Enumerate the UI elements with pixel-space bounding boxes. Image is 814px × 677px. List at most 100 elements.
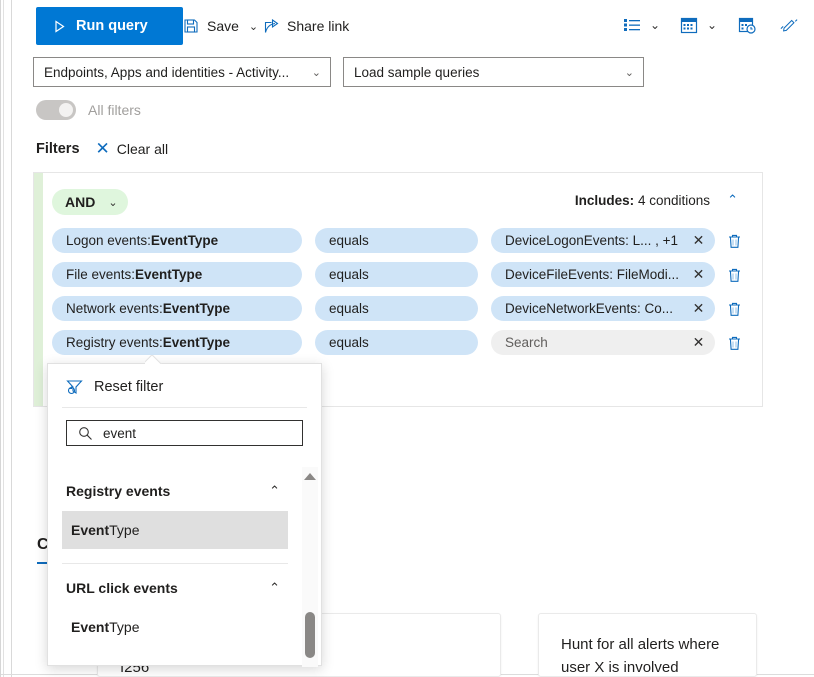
trash-icon: [727, 301, 742, 317]
delete-filter-row-button[interactable]: [727, 335, 742, 351]
trash-icon: [727, 335, 742, 351]
sample-queries-select[interactable]: Load sample queries ⌄: [343, 57, 644, 87]
panel-accent-stripe: [34, 173, 43, 406]
chevron-down-icon[interactable]: ⌄: [249, 20, 258, 33]
filter-field-prefix: File events:: [66, 267, 135, 282]
filter-value-chip[interactable]: Search: [491, 330, 682, 355]
chevron-down-icon: ⌄: [108, 196, 117, 209]
chevron-down-icon: ⌄: [625, 66, 634, 79]
query-builder-page: Run query Save ⌄ Share link ⌄: [0, 0, 814, 677]
share-link-label: Share link: [287, 18, 349, 34]
date-range-button[interactable]: ⌄: [680, 12, 717, 38]
flyout-group-header[interactable]: URL click events ⌃: [48, 564, 302, 596]
filter-rows: Logon events: EventType equals DeviceLogon…: [52, 228, 752, 364]
flyout-option-match: Event: [71, 619, 109, 635]
delete-filter-row-button[interactable]: [727, 301, 742, 317]
calendar-icon: [680, 16, 698, 34]
filter-row: Registry events: EventType equals Search✕: [52, 330, 752, 355]
all-filters-toggle-group: All filters: [36, 100, 141, 120]
scroll-up-arrow-icon[interactable]: [304, 473, 316, 480]
flyout-option-list: Registry events⌃EventTypeURL click event…: [48, 467, 302, 666]
filter-value-group: Search✕: [491, 330, 715, 355]
clear-all-button[interactable]: ✕ Clear all: [96, 140, 169, 157]
scope-select[interactable]: Endpoints, Apps and identities - Activit…: [33, 57, 331, 87]
filter-value-chip[interactable]: DeviceLogonEvents: L... , +1: [491, 228, 682, 253]
window-edge-left-inner: [11, 0, 12, 677]
flyout-caret: [145, 355, 163, 364]
flyout-group-title: URL click events: [66, 580, 178, 596]
flyout-option-rest: Type: [109, 619, 139, 635]
save-label: Save: [207, 18, 239, 34]
run-query-button[interactable]: Run query: [36, 7, 183, 45]
filter-reset-icon: [66, 378, 84, 396]
conditions-summary-value: 4 conditions: [638, 193, 710, 208]
filter-operator-chip[interactable]: equals: [315, 330, 478, 355]
chevron-up-icon[interactable]: ⌃: [269, 483, 280, 499]
reset-filter-button[interactable]: Reset filter: [48, 364, 321, 407]
numbered-list-icon: [623, 16, 641, 34]
filter-field-name: EventType: [163, 301, 230, 316]
filter-field-prefix: Registry events:: [66, 335, 163, 350]
flyout-option[interactable]: EventType: [62, 511, 288, 549]
filters-title: Filters: [36, 141, 80, 157]
share-link-button[interactable]: Share link: [262, 12, 349, 40]
all-filters-toggle[interactable]: [36, 100, 76, 120]
collapse-panel-chevron-icon[interactable]: ⌃: [727, 192, 738, 208]
filter-field-chip[interactable]: Logon events: EventType: [52, 228, 302, 253]
filter-field-chip[interactable]: Network events: EventType: [52, 296, 302, 321]
filter-value-clear-button[interactable]: ✕: [682, 262, 715, 287]
filter-field-name: EventType: [151, 233, 218, 248]
chevron-down-icon[interactable]: ⌄: [707, 18, 717, 32]
sample-queries-value: Load sample queries: [354, 65, 479, 80]
delete-filter-row-button[interactable]: [727, 233, 742, 249]
scheduled-query-button[interactable]: [738, 12, 756, 38]
window-edge-left-outer: [3, 0, 4, 677]
field-value-flyout: Reset filter event Registry events ⌃ Event…: [47, 363, 322, 666]
trash-icon: [727, 267, 742, 283]
filter-value-chip[interactable]: DeviceNetworkEvents: Co...: [491, 296, 682, 321]
filter-field-chip[interactable]: Registry events: EventType: [52, 330, 302, 355]
flyout-group-header[interactable]: Registry events ⌃: [48, 467, 302, 499]
search-icon: [76, 424, 94, 442]
flyout-option[interactable]: EventType: [62, 608, 288, 646]
filter-value-clear-button[interactable]: ✕: [682, 228, 715, 253]
filter-operator-chip[interactable]: equals: [315, 262, 478, 287]
filter-value-clear-button[interactable]: ✕: [682, 296, 715, 321]
flyout-scrollbar-thumb[interactable]: [305, 612, 315, 658]
filter-field-prefix: Logon events:: [66, 233, 151, 248]
clear-all-label: Clear all: [117, 141, 168, 157]
filter-value-group: DeviceFileEvents: FileModi...✕: [491, 262, 715, 287]
flyout-option-rest: Type: [109, 522, 139, 538]
delete-filter-row-button[interactable]: [727, 267, 742, 283]
flyout-scrollbar[interactable]: [302, 467, 318, 667]
filter-value-clear-button[interactable]: ✕: [682, 330, 715, 355]
chevron-up-icon[interactable]: ⌃: [269, 580, 280, 596]
edit-query-button[interactable]: [780, 12, 798, 38]
filter-field-chip[interactable]: File events: EventType: [52, 262, 302, 287]
logical-operator-select[interactable]: AND ⌄: [52, 189, 128, 215]
play-icon: [50, 17, 68, 35]
filter-value-chip[interactable]: DeviceFileEvents: FileModi...: [491, 262, 682, 287]
filter-field-prefix: Network events:: [66, 301, 163, 316]
close-icon: ✕: [96, 140, 110, 157]
flyout-search-input[interactable]: event: [66, 420, 303, 446]
flyout-option-match: Event: [71, 522, 109, 538]
chevron-down-icon[interactable]: ⌄: [650, 18, 660, 32]
flyout-divider: [62, 407, 307, 408]
filter-row: Network events: EventType equals DeviceNet…: [52, 296, 752, 321]
all-filters-label: All filters: [88, 102, 141, 118]
filter-operator-chip[interactable]: equals: [315, 296, 478, 321]
query-toolbar: Run query Save ⌄ Share link ⌄: [12, 0, 814, 52]
filter-operator-chip[interactable]: equals: [315, 228, 478, 253]
chevron-down-icon: ⌄: [312, 66, 321, 79]
suggested-query-card-2[interactable]: Hunt for all alerts where user X is invo…: [538, 613, 757, 677]
scope-select-value: Endpoints, Apps and identities - Activit…: [44, 65, 289, 80]
save-button[interactable]: Save ⌄: [182, 12, 258, 40]
flyout-group-title: Registry events: [66, 483, 170, 499]
schema-list-button[interactable]: ⌄: [623, 12, 660, 38]
trash-icon: [727, 233, 742, 249]
filter-field-name: EventType: [163, 335, 230, 350]
flyout-search-value: event: [103, 426, 136, 441]
reset-filter-label: Reset filter: [94, 379, 163, 395]
logical-operator-value: AND: [65, 194, 95, 210]
